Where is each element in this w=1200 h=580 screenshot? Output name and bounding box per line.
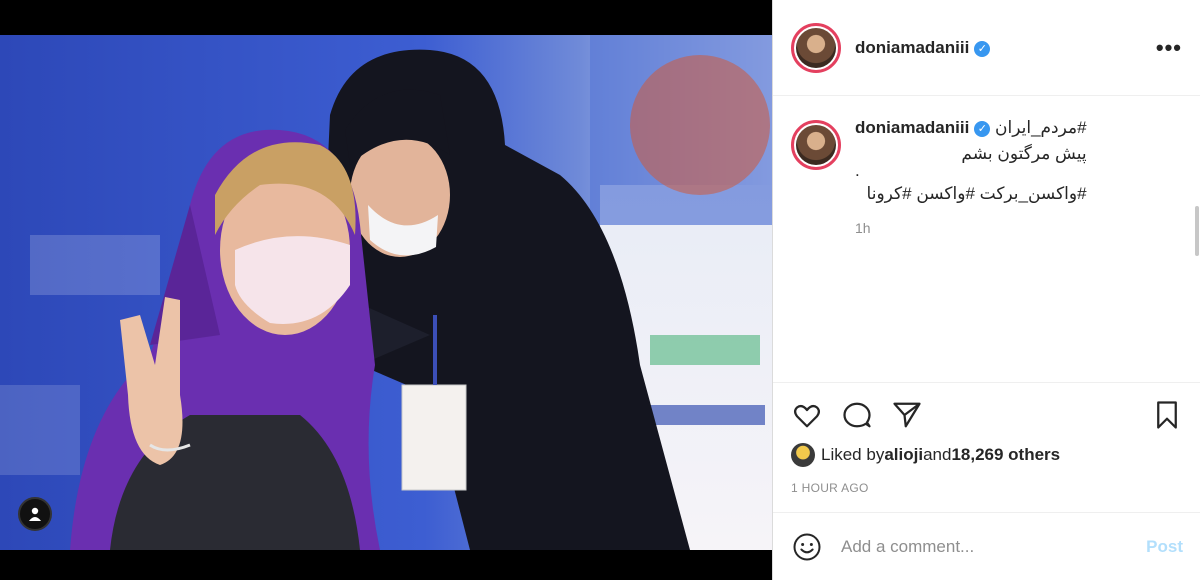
likes-count[interactable]: 18,269 others	[951, 445, 1060, 465]
author-username[interactable]: doniamadaniii ✓	[855, 38, 991, 58]
caption-separator: .	[855, 161, 860, 180]
liker-avatar	[791, 443, 815, 467]
caption-verified-badge-icon: ✓	[974, 121, 991, 137]
post-actions: Liked by alioji and 18,269 others 1 HOUR…	[773, 382, 1200, 526]
caption-hashtag-link[interactable]: #مردم_ایران	[995, 118, 1087, 137]
caption-text-line: پیش مرگتون بشم	[961, 144, 1087, 163]
action-icons-row	[791, 397, 1183, 433]
tag-people-button[interactable]	[18, 497, 52, 531]
caption-time: 1h	[855, 220, 871, 236]
smiley-icon	[793, 533, 821, 560]
comment-button[interactable]	[841, 399, 873, 431]
post-timestamp: 1 HOUR AGO	[791, 481, 869, 495]
share-icon	[893, 402, 921, 428]
comment-input[interactable]	[841, 536, 1147, 557]
heart-icon	[794, 404, 820, 428]
share-button[interactable]	[891, 399, 923, 431]
post-photo-illustration	[0, 35, 772, 550]
post-sidebar: doniamadaniii ✓ ••• doniamadaniii ✓ #مردم_…	[772, 0, 1200, 580]
emoji-button[interactable]	[791, 531, 823, 563]
bookmark-icon	[1157, 401, 1177, 429]
like-button[interactable]	[791, 399, 823, 431]
caption-scrollbar[interactable]	[1195, 206, 1199, 256]
post-comment-button[interactable]: Post	[1146, 537, 1183, 557]
liker-username[interactable]: alioji	[884, 445, 923, 465]
likes-summary[interactable]: Liked by alioji and 18,269 others	[791, 443, 1183, 467]
caption-body: doniamadaniii ✓ #مردم_ایران پیش مرگتون بش…	[855, 118, 1087, 236]
post-photo[interactable]	[0, 35, 772, 550]
save-button[interactable]	[1151, 399, 1183, 431]
caption-author-avatar[interactable]	[791, 120, 841, 170]
comment-bar: Post	[773, 512, 1200, 580]
caption-hashtags[interactable]: #واکسن_برکت #واکسن #کرونا	[855, 184, 1087, 204]
post-media-pane	[0, 0, 772, 580]
caption-username[interactable]: doniamadaniii	[855, 118, 969, 137]
comment-icon	[843, 402, 871, 428]
author-avatar[interactable]	[791, 22, 841, 73]
post-header: doniamadaniii ✓ •••	[773, 0, 1200, 96]
user-tag-icon	[29, 507, 41, 521]
caption-section: doniamadaniii ✓ #مردم_ایران پیش مرگتون بش…	[773, 96, 1200, 380]
verified-badge-icon: ✓	[974, 40, 991, 57]
instagram-post-view: doniamadaniii ✓ ••• doniamadaniii ✓ #مردم_…	[0, 0, 1200, 580]
more-options-button[interactable]: •••	[1156, 35, 1182, 61]
